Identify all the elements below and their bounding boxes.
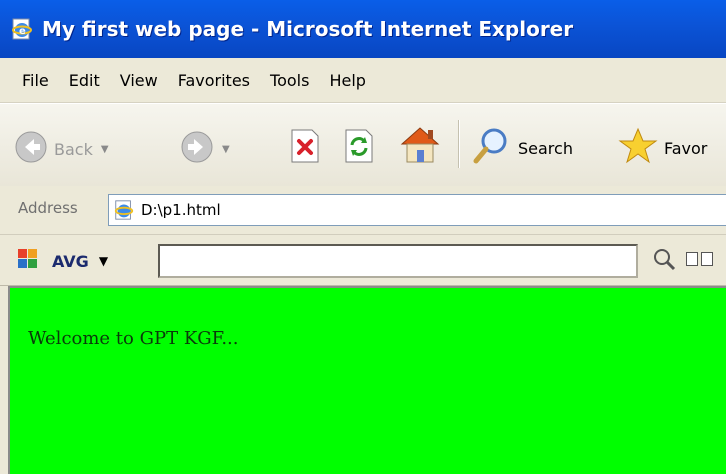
toolbar-overflow-icon[interactable] [686,252,713,266]
ie-page-icon [113,199,135,221]
menu-edit[interactable]: Edit [69,71,100,90]
menu-favorites[interactable]: Favorites [178,71,250,90]
ie-page-icon: e [10,17,34,41]
avg-logo-icon [18,247,46,275]
magnifier-icon[interactable] [652,247,676,275]
forward-arrow-icon [180,130,214,168]
menu-tools[interactable]: Tools [270,71,309,90]
window-left-edge [0,286,8,474]
ie-window: e My first web page - Microsoft Internet… [0,0,726,474]
stop-button[interactable] [288,128,322,168]
home-button[interactable] [398,124,442,170]
back-dropdown-icon[interactable]: ▼ [101,144,109,155]
avg-label: AVG [52,251,89,271]
menu-view[interactable]: View [120,71,158,90]
favorites-button[interactable]: Favor [618,126,707,170]
avg-menu-button[interactable]: AVG ▼ [18,247,108,275]
welcome-text: Welcome to GPT KGF... [28,328,239,349]
address-bar: Address D:\p1.html [0,186,726,235]
window-title: My first web page - Microsoft Internet E… [42,17,574,41]
page-content: Welcome to GPT KGF... [8,286,726,474]
avg-search-input[interactable] [158,244,638,278]
back-label: Back [54,139,93,159]
menu-help[interactable]: Help [329,71,365,90]
address-input[interactable]: D:\p1.html [108,194,726,226]
svg-text:e: e [19,26,26,37]
search-label: Search [518,138,573,158]
avg-dropdown-icon: ▼ [98,254,109,268]
home-icon [398,124,442,170]
avg-toolbar: AVG ▼ [0,235,726,286]
search-button[interactable]: Search [472,126,573,170]
standard-toolbar: Back ▼ ▼ Search Favor [0,103,726,187]
address-value: D:\p1.html [141,201,221,219]
refresh-button[interactable] [342,128,376,168]
back-button[interactable]: Back ▼ [14,130,109,168]
forward-dropdown-icon[interactable]: ▼ [222,144,230,155]
search-icon [472,126,512,170]
refresh-icon [342,128,376,168]
title-bar: e My first web page - Microsoft Internet… [0,0,726,58]
menu-bar: File Edit View Favorites Tools Help [0,58,726,103]
star-icon [618,126,658,170]
toolbar-separator [458,120,460,168]
stop-icon [288,128,322,168]
back-arrow-icon [14,130,48,168]
forward-button[interactable]: ▼ [180,130,230,168]
favorites-label: Favor [664,138,708,158]
address-label: Address [18,199,78,217]
menu-file[interactable]: File [22,71,49,90]
